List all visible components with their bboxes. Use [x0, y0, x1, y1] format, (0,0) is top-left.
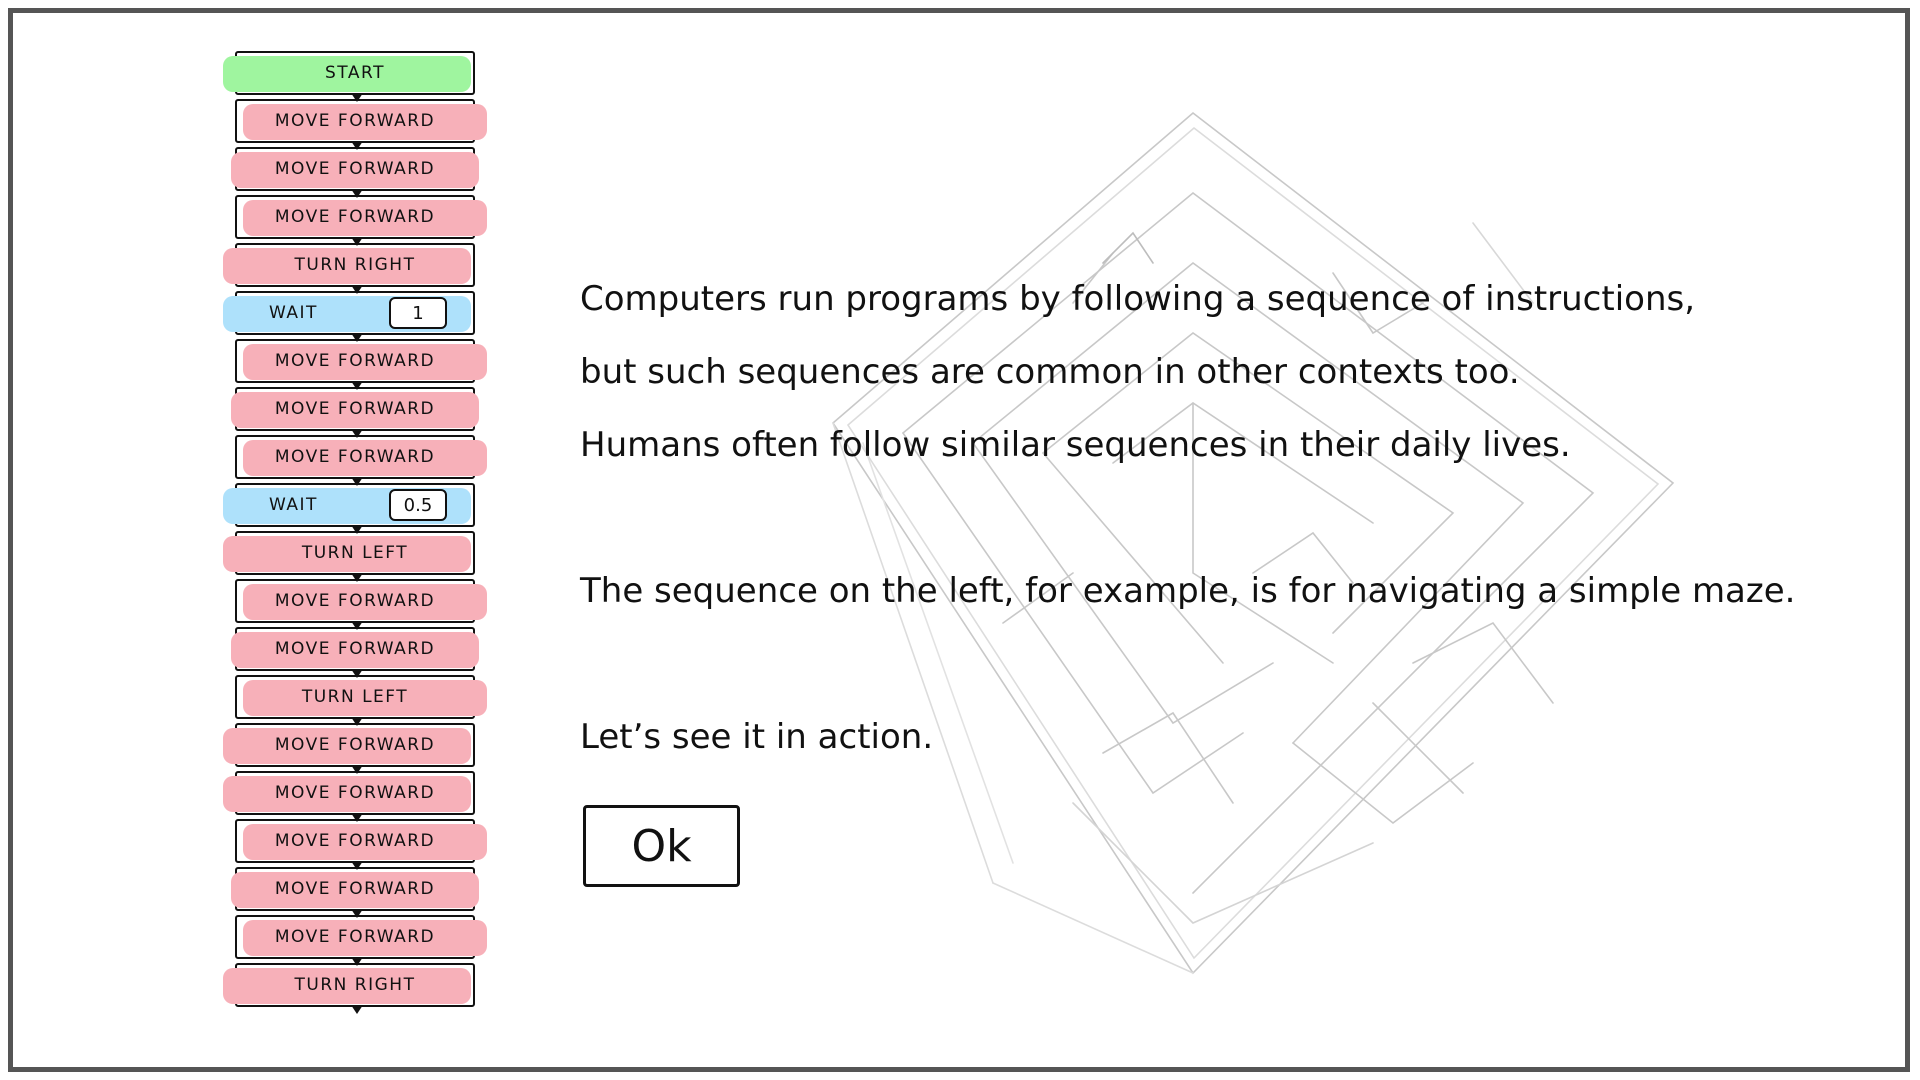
program-block-stack: START MOVE FORWARD MOVE FORWARD MOVE FORWAR… — [213, 51, 553, 1014]
move-forward-block[interactable]: MOVE FORWARD — [235, 915, 487, 966]
wait-duration-input[interactable]: 0.5 — [389, 489, 447, 521]
connector-notch — [351, 717, 363, 726]
move-forward-block[interactable]: MOVE FORWARD — [235, 435, 487, 486]
start-block[interactable]: START — [223, 51, 475, 102]
block-label: MOVE FORWARD — [274, 447, 436, 467]
connector-notch — [351, 957, 363, 966]
move-forward-block[interactable]: MOVE FORWARD — [231, 867, 479, 918]
move-forward-block[interactable]: MOVE FORWARD — [231, 387, 479, 438]
block-label: TURN RIGHT — [294, 255, 416, 275]
move-forward-block[interactable]: MOVE FORWARD — [235, 579, 487, 630]
connector-notch — [351, 381, 363, 390]
block-label: MOVE FORWARD — [274, 735, 436, 755]
block-label: MOVE FORWARD — [274, 831, 436, 851]
intro-line-1: Computers run programs by following a se… — [580, 279, 1696, 319]
connector-notch — [351, 621, 363, 630]
move-forward-block[interactable]: MOVE FORWARD — [223, 723, 475, 774]
connector-notch — [351, 285, 363, 294]
connector-notch — [351, 813, 363, 822]
move-forward-block[interactable]: MOVE FORWARD — [235, 819, 487, 870]
move-forward-block[interactable]: MOVE FORWARD — [235, 339, 487, 390]
connector-notch — [351, 189, 363, 198]
connector-notch — [351, 765, 363, 774]
intro-line-3: Humans often follow similar sequences in… — [580, 425, 1571, 465]
block-label: MOVE FORWARD — [274, 111, 436, 131]
connector-notch — [351, 669, 363, 678]
wait-duration-input[interactable]: 1 — [389, 297, 447, 329]
dialog-frame: START MOVE FORWARD MOVE FORWARD MOVE FORWAR… — [8, 8, 1910, 1072]
block-label: START — [325, 63, 385, 83]
connector-notch — [351, 141, 363, 150]
block-label: MOVE FORWARD — [274, 159, 436, 179]
move-forward-block[interactable]: MOVE FORWARD — [235, 99, 487, 150]
block-label: TURN RIGHT — [294, 975, 416, 995]
move-forward-block[interactable]: MOVE FORWARD — [235, 195, 487, 246]
connector-notch — [351, 909, 363, 918]
turn-right-block[interactable]: TURN RIGHT — [223, 243, 475, 294]
connector-notch — [351, 429, 363, 438]
connector-notch — [351, 861, 363, 870]
move-forward-block[interactable]: MOVE FORWARD — [231, 147, 479, 198]
block-label: MOVE FORWARD — [274, 783, 436, 803]
block-label: MOVE FORWARD — [274, 399, 436, 419]
block-label: MOVE FORWARD — [274, 591, 436, 611]
connector-notch — [351, 333, 363, 342]
connector-notch — [351, 237, 363, 246]
turn-left-block[interactable]: TURN LEFT — [223, 531, 475, 582]
intro-text: Computers run programs by following a se… — [580, 263, 1870, 774]
block-label: MOVE FORWARD — [274, 207, 436, 227]
intro-line-4: The sequence on the left, for example, i… — [580, 571, 1796, 611]
block-label: MOVE FORWARD — [274, 351, 436, 371]
intro-line-2: but such sequences are common in other c… — [580, 352, 1520, 392]
block-label: TURN LEFT — [301, 543, 409, 563]
wait-block[interactable]: WAIT 0.5 — [223, 483, 475, 534]
connector-notch — [351, 1005, 363, 1014]
ok-button[interactable]: Ok — [583, 805, 740, 887]
move-forward-block[interactable]: MOVE FORWARD — [223, 771, 475, 822]
turn-left-block[interactable]: TURN LEFT — [235, 675, 487, 726]
turn-right-block[interactable]: TURN RIGHT — [223, 963, 475, 1014]
block-label: MOVE FORWARD — [274, 639, 436, 659]
block-label: MOVE FORWARD — [274, 879, 436, 899]
intro-line-5: Let’s see it in action. — [580, 717, 934, 757]
connector-notch — [351, 93, 363, 102]
connector-notch — [351, 477, 363, 486]
connector-notch — [351, 573, 363, 582]
block-label: MOVE FORWARD — [274, 927, 436, 947]
wait-block[interactable]: WAIT 1 — [223, 291, 475, 342]
move-forward-block[interactable]: MOVE FORWARD — [231, 627, 479, 678]
connector-notch — [351, 525, 363, 534]
block-label: TURN LEFT — [301, 687, 409, 707]
